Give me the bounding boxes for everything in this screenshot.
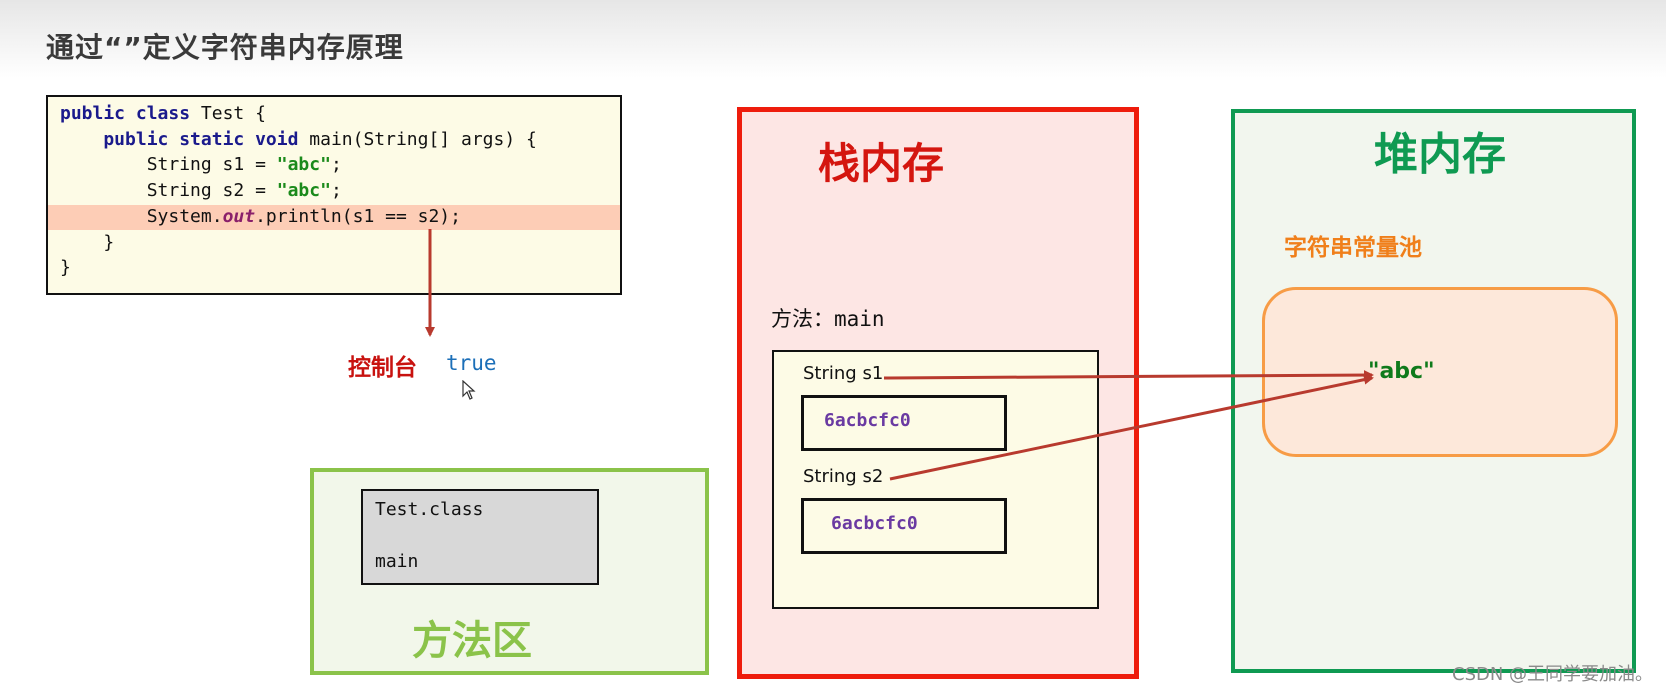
code-token: "abc" xyxy=(276,180,331,202)
code-text: public class Test { public static void m… xyxy=(60,101,537,281)
address-s2: 6acbcfc0 xyxy=(831,513,918,534)
code-line: String s2 = "abc"; xyxy=(60,178,537,204)
reference-box-s1: 6acbcfc0 xyxy=(801,395,1007,451)
code-token: main(String[] args) { xyxy=(309,128,537,150)
code-line: } xyxy=(60,255,537,281)
mouse-cursor-icon xyxy=(462,379,476,404)
code-token: out xyxy=(222,205,256,227)
code-token: Test { xyxy=(200,103,266,124)
code-block: public class Test { public static void m… xyxy=(46,95,622,295)
code-token: ; xyxy=(330,180,342,202)
variable-label-s1: String s1 xyxy=(803,363,884,384)
class-box: Test.class main xyxy=(361,489,599,585)
code-line: public class Test { xyxy=(60,101,537,127)
console-output: true xyxy=(446,351,497,375)
code-token: ; xyxy=(330,154,342,176)
code-token: public xyxy=(60,128,180,150)
code-line: System.out.println(s1 == s2); xyxy=(60,204,537,230)
code-line: } xyxy=(60,230,537,256)
stack-method-label: 方法：main xyxy=(771,307,885,331)
code-token: String s2 = xyxy=(60,180,277,202)
code-token: static xyxy=(179,128,256,150)
code-token: void xyxy=(255,128,310,150)
code-token: class xyxy=(135,103,201,124)
address-s1: 6acbcfc0 xyxy=(824,410,911,431)
code-line: public static void main(String[] args) { xyxy=(60,127,537,153)
string-pool-title: 字符串常量池 xyxy=(1284,235,1422,261)
code-token: .println(s1 == s2); xyxy=(255,205,461,227)
string-constant-pool xyxy=(1262,287,1618,457)
class-method: main xyxy=(375,551,419,572)
watermark: CSDN @王同学要加油。 xyxy=(1452,664,1654,685)
code-token: public xyxy=(60,103,136,124)
console-label: 控制台 xyxy=(348,355,417,381)
page-title: 通过“”定义字符串内存原理 xyxy=(46,31,404,64)
code-token: System. xyxy=(60,205,223,227)
pool-string-value: "abc" xyxy=(1368,359,1435,384)
stack-title: 栈内存 xyxy=(818,139,945,188)
code-token: "abc" xyxy=(276,154,331,176)
variable-label-s2: String s2 xyxy=(803,466,884,487)
reference-box-s2: 6acbcfc0 xyxy=(801,498,1007,554)
method-area-title: 方法区 xyxy=(412,618,532,664)
code-token: } xyxy=(60,231,115,253)
class-name: Test.class xyxy=(375,499,484,520)
code-token: String s1 = xyxy=(60,154,277,176)
code-token: } xyxy=(60,257,71,279)
heap-title: 堆内存 xyxy=(1374,129,1506,180)
code-line: String s1 = "abc"; xyxy=(60,152,537,178)
